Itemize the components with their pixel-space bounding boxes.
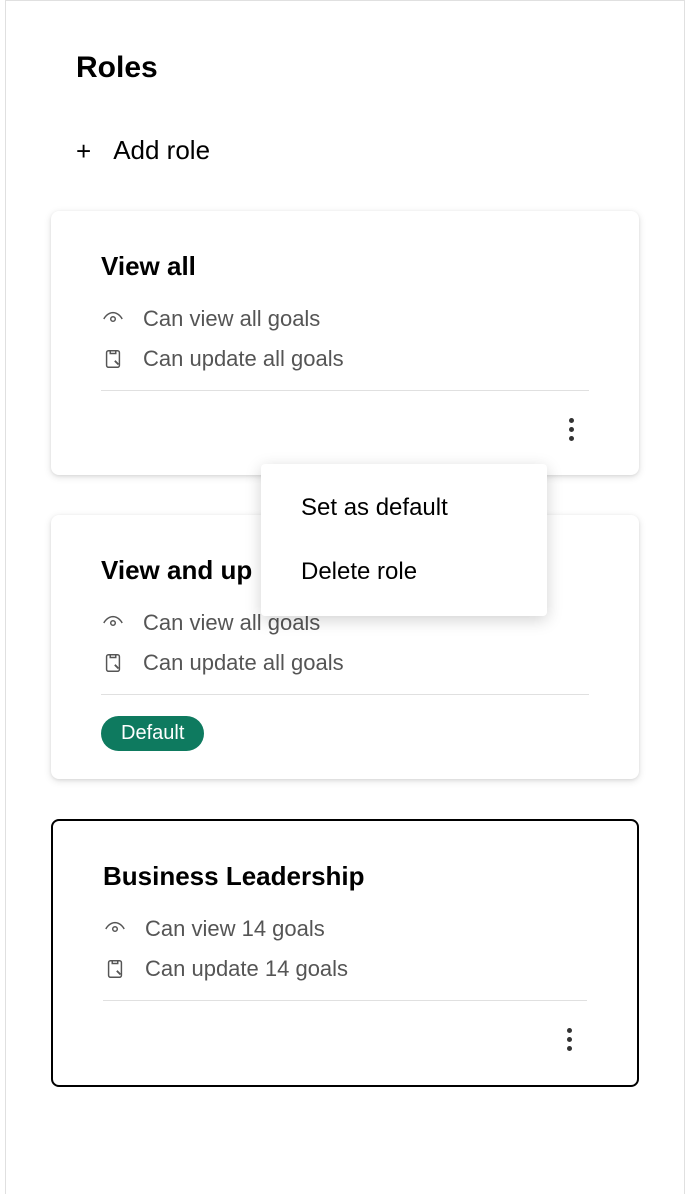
more-vertical-icon — [569, 418, 574, 441]
clipboard-edit-icon — [103, 957, 127, 981]
eye-icon — [101, 611, 125, 635]
permission-row: Can update all goals — [101, 346, 589, 372]
eye-icon — [103, 917, 127, 941]
role-card[interactable]: View all Can view all goals Can update a… — [51, 211, 639, 475]
divider — [101, 390, 589, 391]
page-title: Roles — [76, 51, 639, 85]
eye-icon — [101, 307, 125, 331]
clipboard-edit-icon — [101, 651, 125, 675]
permission-row: Can view all goals — [101, 306, 589, 332]
role-title: View all — [101, 251, 589, 282]
add-role-label: Add role — [113, 135, 210, 166]
permission-label: Can view all goals — [143, 306, 320, 332]
permission-label: Can update 14 goals — [145, 956, 348, 982]
permission-label: Can update all goals — [143, 346, 344, 372]
add-role-button[interactable]: + Add role — [76, 135, 639, 166]
default-badge: Default — [101, 716, 204, 751]
divider — [103, 1000, 587, 1001]
card-footer — [103, 1021, 587, 1057]
menu-item-set-default[interactable]: Set as default — [261, 476, 547, 540]
card-footer — [101, 411, 589, 447]
role-card[interactable]: Business Leadership Can view 14 goals Ca… — [51, 819, 639, 1087]
plus-icon: + — [76, 138, 91, 164]
context-menu: Set as default Delete role — [261, 464, 547, 616]
more-options-button[interactable] — [551, 1021, 587, 1057]
permission-row: Can update 14 goals — [103, 956, 587, 982]
menu-item-delete-role[interactable]: Delete role — [261, 540, 547, 604]
role-title: Business Leadership — [103, 861, 587, 892]
permission-label: Can view 14 goals — [145, 916, 325, 942]
roles-page: Roles + Add role View all Can view all g… — [5, 0, 685, 1194]
permission-label: Can update all goals — [143, 650, 344, 676]
more-options-button[interactable] — [553, 411, 589, 447]
permission-row: Can view 14 goals — [103, 916, 587, 942]
card-footer: Default — [101, 715, 589, 751]
clipboard-edit-icon — [101, 347, 125, 371]
permission-row: Can update all goals — [101, 650, 589, 676]
more-vertical-icon — [567, 1028, 572, 1051]
divider — [101, 694, 589, 695]
